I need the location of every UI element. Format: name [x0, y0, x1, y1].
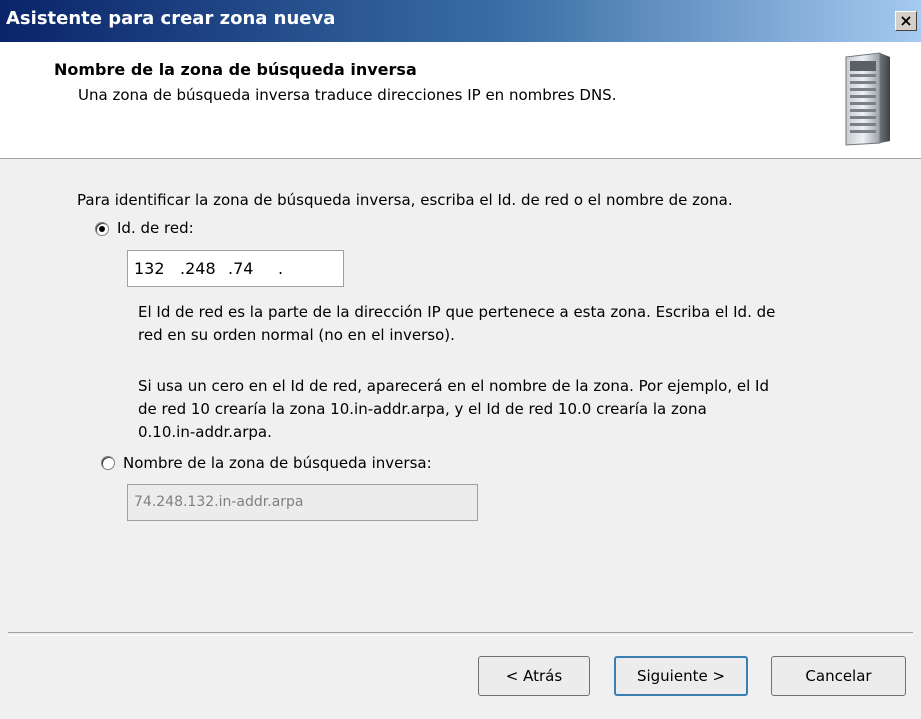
zero-note-line3: 0.10.in-addr.arpa. [138, 423, 272, 441]
next-button-label: Siguiente > [636, 667, 726, 685]
cancel-button[interactable]: Cancelar [771, 656, 906, 696]
close-button[interactable]: × [895, 11, 917, 31]
back-button[interactable]: < Atrás [478, 656, 590, 696]
zone-name-radio[interactable] [101, 456, 115, 470]
radio-selected-dot [99, 226, 105, 232]
wizard-header: Nombre de la zona de búsqueda inversa Un… [0, 42, 921, 159]
zero-note-line2: de red 10 crearía la zona 10.in-addr.arp… [138, 400, 707, 418]
network-id-help-line2: red en su orden normal (no en el inverso… [138, 326, 455, 344]
page-title: Nombre de la zona de búsqueda inversa [54, 60, 417, 79]
ip-octet-2[interactable]: .248 [180, 251, 228, 286]
wizard-body: Para identificar la zona de búsqueda inv… [0, 159, 921, 635]
network-id-input[interactable]: 132.248.74. [127, 250, 344, 287]
wizard-window: Asistente para crear zona nueva × Nombre… [0, 0, 921, 719]
server-icon [845, 52, 890, 146]
back-button-label: < Atrás [505, 667, 563, 685]
window-title: Asistente para crear zona nueva [6, 8, 336, 29]
next-button[interactable]: Siguiente > [614, 656, 748, 696]
instruction-text: Para identificar la zona de búsqueda inv… [77, 191, 733, 209]
network-id-radio[interactable] [95, 222, 109, 236]
ip-octet-1[interactable]: 132 [134, 251, 180, 286]
zone-name-field[interactable]: 74.248.132.in-addr.arpa [127, 484, 478, 521]
zero-note-line1: Si usa un cero en el Id de red, aparecer… [138, 377, 769, 395]
network-id-label[interactable]: Id. de red: [117, 219, 194, 237]
cancel-button-label: Cancelar [805, 667, 872, 685]
ip-octet-4[interactable]: . [278, 251, 308, 286]
network-id-help-line1: El Id de red es la parte de la dirección… [138, 303, 776, 321]
close-icon: × [899, 11, 913, 30]
ip-octet-3[interactable]: .74 [228, 251, 278, 286]
zone-name-label[interactable]: Nombre de la zona de búsqueda inversa: [123, 454, 432, 472]
footer-separator [8, 632, 913, 636]
page-subtitle: Una zona de búsqueda inversa traduce dir… [78, 86, 617, 104]
title-bar[interactable]: Asistente para crear zona nueva × [0, 0, 921, 42]
